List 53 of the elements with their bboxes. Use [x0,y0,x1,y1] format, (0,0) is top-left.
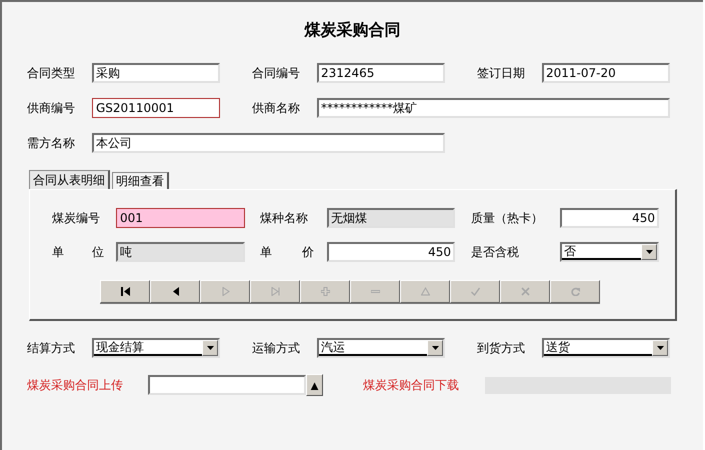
caret-icon [432,346,438,350]
caret-icon [646,250,652,254]
upload-label: 煤炭采购合同上传 [27,376,124,394]
upload-button[interactable]: ▲ [306,374,323,396]
field-label: 煤种名称 [260,210,309,226]
plus-icon [320,287,330,296]
skip-start-icon [120,287,130,296]
triangle-up-icon [420,287,430,296]
dropdown[interactable]: 送货 [542,338,670,358]
tab[interactable]: 合同从表明细 [29,170,110,189]
tab[interactable]: 明细查看 [112,172,169,189]
input-field[interactable]: 001 [116,208,245,228]
field-label: 需方名称 [27,134,76,152]
triangle-right-icon [220,287,230,296]
caret-icon [656,346,664,350]
file-field[interactable] [148,375,306,395]
field-label: 合同编号 [252,64,301,82]
input-field[interactable]: 2011-07-20 [542,63,670,83]
input-field[interactable]: 450 [560,208,659,228]
close-icon [520,287,530,296]
download-label: 煤炭采购合同下载 [363,376,460,394]
form-title: 煤炭采购合同 [304,20,400,41]
dropdown[interactable]: 现金结算 [92,338,220,358]
field-label: 合同类型 [27,64,76,82]
field-label: 煤炭编号 [52,210,101,226]
field-label: 是否含税 [471,244,520,260]
field-label: 供商名称 [252,100,301,116]
input-field[interactable]: ************煤矿 [317,98,670,118]
checkmark-icon [470,287,480,296]
field-label: 到货方式 [477,340,526,356]
previous-record-button[interactable] [150,280,200,303]
field-label: 质量（热卡） [471,210,544,226]
minus-icon [370,287,380,296]
dropdown[interactable]: 汽运 [317,338,445,358]
input-field[interactable]: GS20110001 [92,98,220,118]
input-field[interactable]: 采购 [92,63,220,83]
caret-icon [206,346,214,350]
field-label: 运输方式 [252,340,301,356]
skip-end-icon [270,287,280,296]
input-field[interactable]: 无烟煤 [327,208,455,228]
input-field[interactable]: 2312465 [317,63,445,83]
dropdown[interactable]: 否 [560,242,659,262]
input-field[interactable]: 450 [327,242,455,262]
input-field[interactable]: 吨 [116,242,245,262]
field-label: 供商编号 [27,100,76,116]
field-label: 签订日期 [477,64,526,82]
input-field[interactable]: 本公司 [92,133,445,153]
refresh-icon [570,287,580,296]
triangle-left-icon [170,287,180,296]
field-label: 单价 [260,244,314,260]
field-label: 单位 [52,244,104,260]
field-label: 结算方式 [27,340,76,356]
first-record-button[interactable] [100,280,150,303]
